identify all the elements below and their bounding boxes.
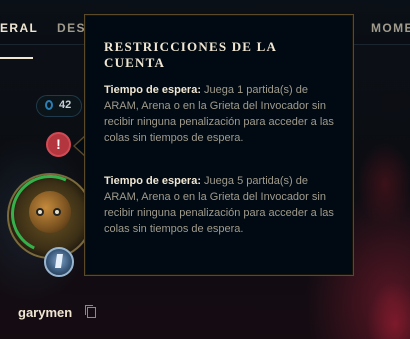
account-restriction-warning-icon[interactable]: ! [46,132,71,157]
username: garymen [18,305,73,320]
restriction-label: Tiempo de espera: [104,175,201,187]
level-value: 42 [59,99,72,111]
rank-emblem-icon[interactable] [44,247,74,277]
level-indicator: 42 [36,95,82,117]
rank-gem [55,254,63,268]
level-ring-icon [45,100,53,110]
account-restrictions-tooltip: RESTRICCIONES DE LA CUENTA Tiempo de esp… [84,14,354,276]
avatar-eye [36,208,44,216]
tab-label: ERAL [0,21,39,35]
splash-art-background [355,44,410,339]
restriction-entry: Tiempo de espera: Juega 1 partida(s) de … [104,82,340,146]
restriction-entry: Tiempo de espera: Juega 5 partida(s) de … [104,173,340,237]
tab-active-underline [0,57,33,59]
copy-icon[interactable] [85,305,96,318]
tab-label: MOME [371,21,410,35]
tab-general[interactable]: ERAL [0,21,39,59]
tooltip-title: RESTRICCIONES DE LA CUENTA [104,39,277,70]
restriction-label: Tiempo de espera: [104,84,201,96]
tab-momentos[interactable]: MOME [371,21,410,35]
profile-avatar[interactable] [0,164,100,264]
summoner-icon [29,191,71,233]
avatar-eye [53,208,61,216]
